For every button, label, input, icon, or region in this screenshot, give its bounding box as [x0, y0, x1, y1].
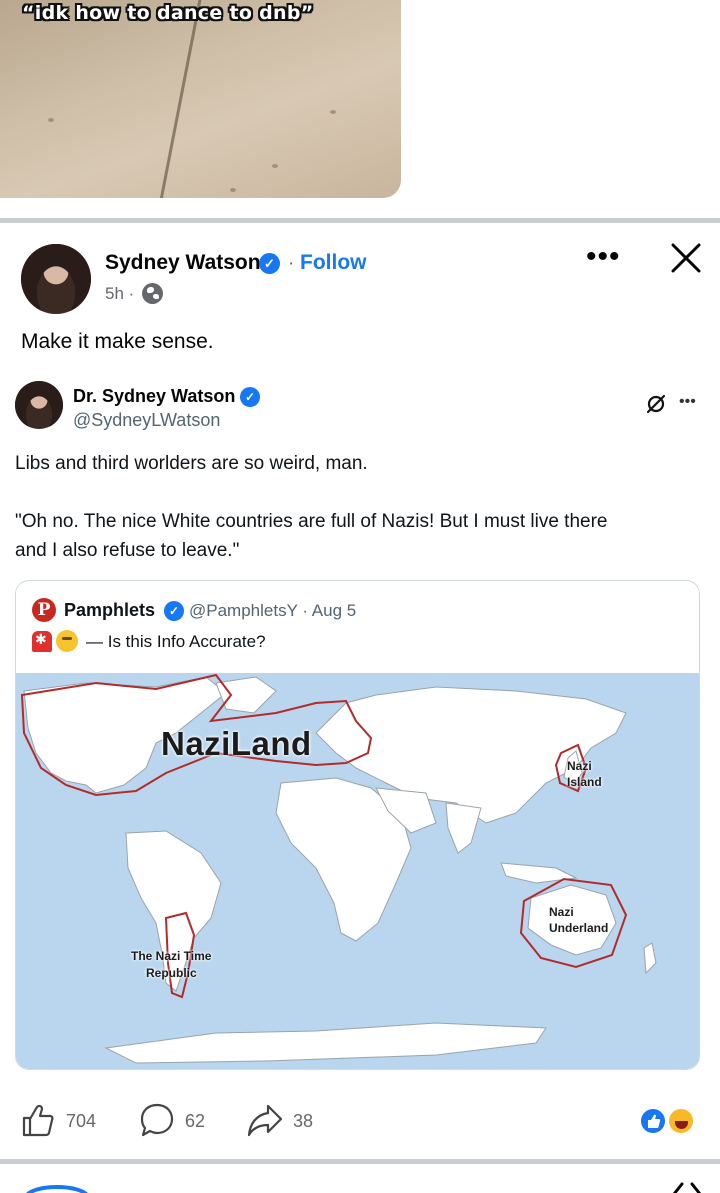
previous-post-image[interactable]: “idk how to dance to dnb” — [0, 0, 401, 198]
pamphlets-logo-icon: P — [32, 598, 56, 622]
nazi-island-label-line2: Island — [567, 775, 602, 789]
post-text: Make it make sense. — [21, 330, 214, 353]
embedded-text-line: and I also refuse to leave." — [15, 540, 240, 561]
quoted-post-card: P Pamphlets ✓ @PamphletsY · Aug 5 — Is t… — [15, 580, 700, 1070]
embedded-verified-icon: ✓ — [240, 387, 260, 407]
comment-count: 62 — [185, 1111, 206, 1131]
floor-spot — [230, 188, 236, 192]
australia-shape — [527, 884, 617, 956]
follow-button[interactable]: Follow — [300, 251, 367, 275]
thinking-face-emoji-icon — [56, 630, 78, 652]
embedded-more-icon: ••• — [679, 393, 696, 410]
embedded-author-avatar — [15, 381, 63, 429]
nazi-underland-label-line2: Underland — [549, 921, 609, 935]
greenland-shape — [215, 676, 277, 714]
floor-crack — [156, 0, 203, 198]
nazi-time-label-line2: Republic — [146, 966, 197, 980]
nazi-underland-label-line1: Nazi — [549, 905, 574, 919]
quoted-text: — Is this Info Accurate? — [86, 632, 266, 651]
like-reaction-icon[interactable] — [639, 1107, 667, 1135]
next-post-header — [0, 1166, 720, 1193]
verified-badge-icon: ✓ — [259, 253, 280, 274]
post-divider — [0, 1159, 720, 1164]
grok-logo-icon — [646, 394, 666, 414]
avatar-hair — [15, 381, 63, 429]
nazi-island-label-line1: Nazi — [567, 759, 592, 773]
quoted-verified-icon: ✓ — [164, 601, 184, 621]
more-options-icon[interactable]: ••• — [586, 242, 621, 272]
naziland-label: NaziLand — [161, 725, 312, 762]
separator-dot: · — [288, 253, 295, 274]
new-zealand-shape — [643, 942, 657, 975]
close-icon[interactable] — [668, 240, 704, 276]
thumbs-up-icon — [648, 1114, 661, 1128]
globe-icon[interactable] — [142, 283, 163, 304]
post-time: 5h · — [105, 284, 135, 303]
floor-spot — [48, 118, 54, 122]
share-icon[interactable] — [246, 1102, 284, 1138]
avatar-hair — [21, 244, 91, 314]
embedded-author-handle: @SydneyLWatson — [73, 410, 221, 430]
india-shape — [445, 802, 482, 854]
haha-reaction-icon[interactable] — [667, 1107, 695, 1135]
like-icon[interactable] — [20, 1102, 56, 1138]
floor-spot — [272, 164, 278, 168]
quoted-handle-date: @PamphletsY · Aug 5 — [189, 601, 357, 620]
next-post-avatar[interactable] — [22, 1180, 92, 1193]
post-divider — [0, 218, 720, 223]
meme-caption: “idk how to dance to dnb” — [22, 2, 314, 24]
embedded-text-line: "Oh no. The nice White countries are ful… — [15, 511, 608, 532]
like-count: 704 — [66, 1111, 97, 1131]
next-post-close-icon[interactable] — [670, 1180, 704, 1193]
siren-emoji-icon — [32, 631, 52, 652]
comment-icon[interactable] — [139, 1102, 175, 1138]
antarctica-shape — [104, 1022, 547, 1064]
embedded-author-name: Dr. Sydney Watson — [73, 386, 236, 406]
reaction-bar — [0, 1081, 720, 1161]
embedded-text-line: Libs and third worlders are so weird, ma… — [15, 453, 368, 474]
floor-spot — [330, 110, 336, 114]
author-avatar[interactable] — [21, 244, 91, 314]
author-name[interactable]: Sydney Watson — [105, 251, 261, 275]
world-map-svg — [20, 673, 657, 1064]
quoted-author-name: Pamphlets — [64, 600, 156, 620]
nazi-time-label-line1: The Nazi Time — [131, 949, 212, 963]
world-map-image: NaziLand Nazi Island Nazi Underland The … — [16, 673, 699, 1069]
feed: “idk how to dance to dnb” Sydney Watson … — [0, 0, 720, 1193]
share-count: 38 — [293, 1111, 314, 1131]
